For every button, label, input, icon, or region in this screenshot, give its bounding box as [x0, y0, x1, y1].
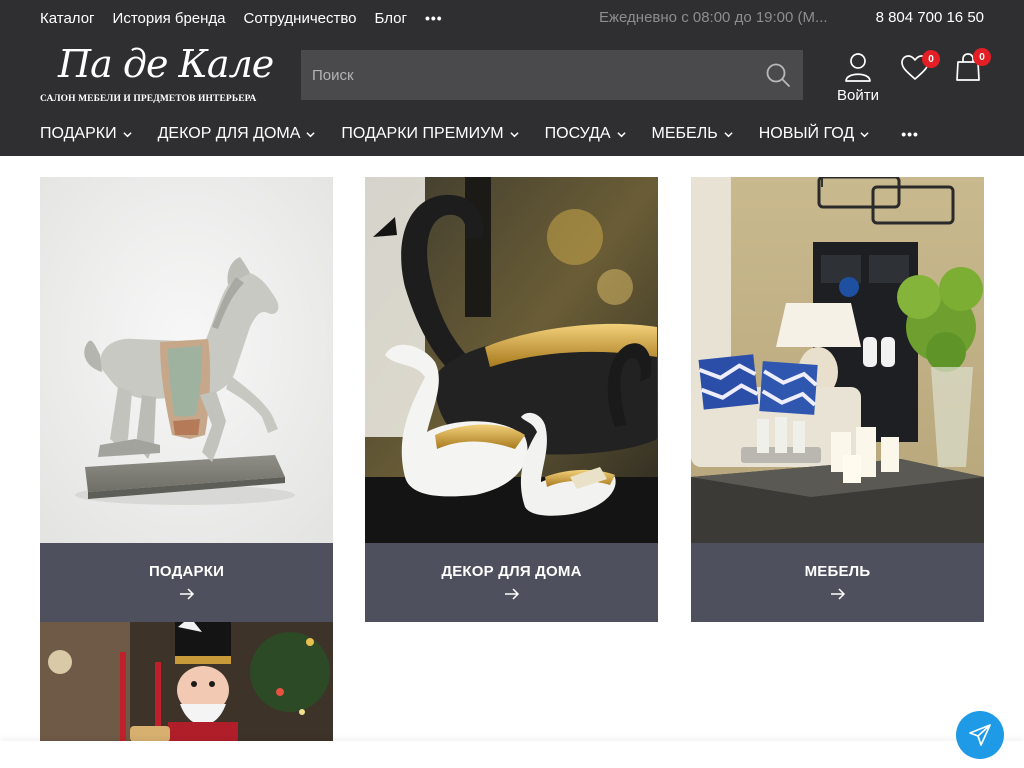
top-link-catalog[interactable]: Каталог	[40, 10, 95, 27]
working-hours[interactable]: Ежедневно с 08:00 до 19:00 (М...	[599, 9, 849, 26]
top-nav: Каталог История бренда Сотрудничество Бл…	[40, 10, 443, 27]
main-nav: ПОДАРКИ ДЕКОР ДЛЯ ДОМА ПОДАРКИ ПРЕМИУМ П…	[40, 112, 919, 156]
top-link-cooperation[interactable]: Сотрудничество	[244, 10, 357, 27]
nav-label: ПОДАРКИ	[40, 125, 117, 142]
phone-number[interactable]: 8 804 700 16 50	[876, 9, 984, 26]
site-header: Каталог История бренда Сотрудничество Бл…	[0, 0, 1024, 156]
paper-plane-icon	[969, 724, 991, 746]
arrow-right-icon	[830, 588, 845, 600]
top-more-icon[interactable]: •••	[425, 10, 443, 26]
nav-label: ПОСУДА	[544, 125, 611, 142]
login-label: Войти	[837, 87, 879, 104]
chevron-down-icon	[860, 131, 869, 137]
search-bar	[301, 50, 803, 100]
nav-more-icon[interactable]: •••	[901, 126, 919, 142]
nav-item-new-year[interactable]: НОВЫЙ ГОД	[759, 125, 869, 143]
nav-label: МЕБЕЛЬ	[651, 125, 718, 142]
chevron-down-icon	[510, 131, 519, 137]
category-title: МЕБЕЛЬ	[804, 563, 871, 580]
category-title: ДЕКОР ДЛЯ ДОМА	[441, 563, 582, 580]
category-caption: ДЕКОР ДЛЯ ДОМА	[365, 543, 658, 622]
top-link-brand-history[interactable]: История бренда	[113, 10, 226, 27]
logo-text: Па де Кале	[58, 42, 274, 86]
category-card-new-year[interactable]	[40, 622, 333, 742]
nav-label: ПОДАРКИ ПРЕМИУМ	[341, 125, 504, 142]
logo-tagline: САЛОН МЕБЕЛИ И ПРЕДМЕТОВ ИНТЕРЬЕРА	[40, 94, 257, 104]
nav-label: НОВЫЙ ГОД	[758, 125, 855, 142]
favorites-button[interactable]: 0	[900, 50, 940, 86]
search-icon[interactable]	[753, 50, 803, 100]
favorites-count-badge: 0	[922, 50, 940, 68]
logo[interactable]: Па де Кале САЛОН МЕБЕЛИ И ПРЕДМЕТОВ ИНТЕ…	[40, 42, 274, 106]
nav-item-home-decor[interactable]: ДЕКОР ДЛЯ ДОМА	[158, 125, 316, 143]
user-icon	[845, 53, 871, 82]
chevron-down-icon	[724, 131, 733, 137]
nav-item-gifts[interactable]: ПОДАРКИ	[40, 125, 132, 143]
nav-item-premium-gifts[interactable]: ПОДАРКИ ПРЕМИУМ	[341, 125, 519, 143]
nav-item-tableware[interactable]: ПОСУДА	[545, 125, 626, 143]
chevron-down-icon	[122, 131, 132, 137]
chevron-down-icon	[616, 131, 626, 137]
category-card-home-decor[interactable]: ДЕКОР ДЛЯ ДОМА	[365, 177, 658, 622]
category-title: ПОДАРКИ	[148, 563, 225, 580]
living-room-image	[691, 177, 984, 543]
search-input[interactable]	[301, 50, 753, 100]
horse-figurine-image	[40, 177, 333, 543]
top-bar: Каталог История бренда Сотрудничество Бл…	[40, 0, 984, 36]
account-button[interactable]: Войти	[833, 52, 883, 104]
cart-count-badge: 0	[973, 48, 991, 66]
arrow-right-icon	[504, 588, 519, 600]
swan-bowls-image	[365, 177, 658, 543]
cart-button[interactable]: 0	[955, 48, 991, 87]
top-link-blog[interactable]: Блог	[375, 10, 407, 27]
category-card-gifts[interactable]: ПОДАРКИ	[40, 177, 333, 622]
nav-item-furniture[interactable]: МЕБЕЛЬ	[652, 125, 733, 143]
nav-label: ДЕКОР ДЛЯ ДОМА	[157, 125, 301, 142]
arrow-right-icon	[179, 588, 194, 600]
category-card-furniture[interactable]: МЕБЕЛЬ	[691, 177, 984, 622]
bottom-bar	[0, 741, 1024, 768]
nutcracker-image	[40, 622, 333, 742]
category-caption: ПОДАРКИ	[40, 543, 333, 622]
chevron-down-icon	[306, 131, 316, 137]
category-caption: МЕБЕЛЬ	[691, 543, 984, 622]
telegram-button[interactable]	[956, 711, 1004, 759]
